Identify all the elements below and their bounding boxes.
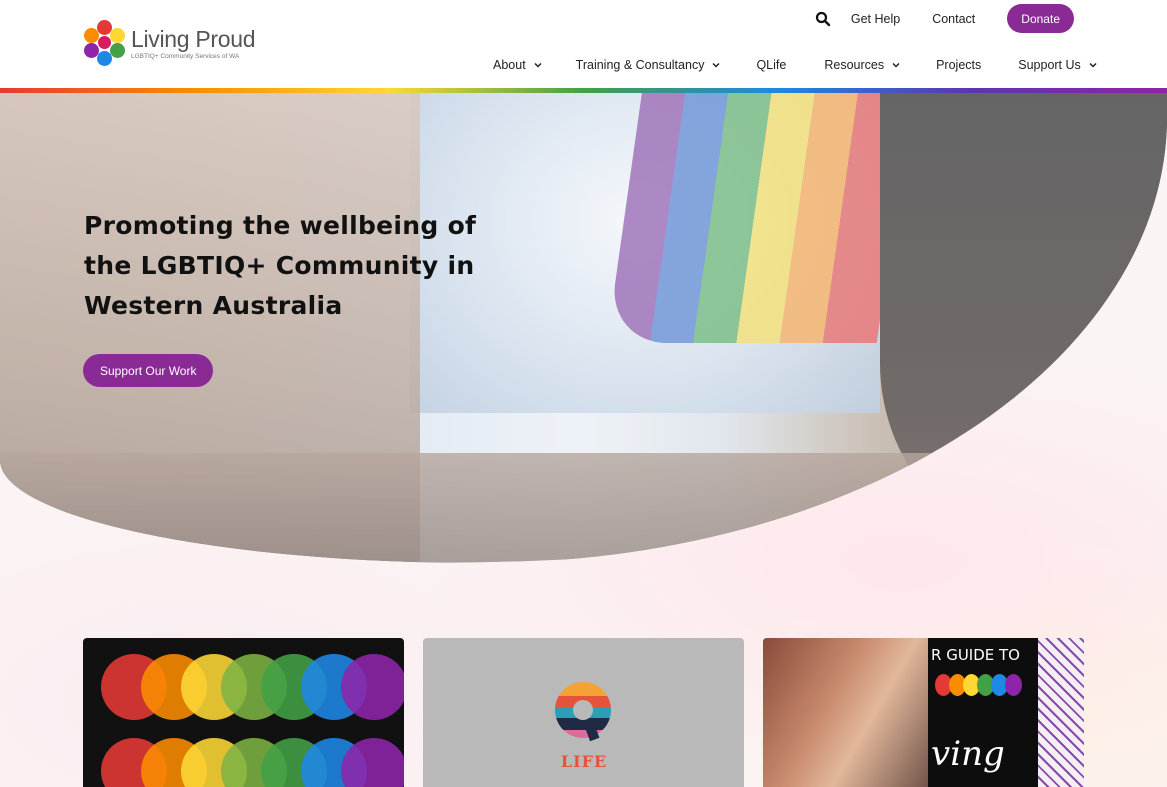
nav-item-label: About xyxy=(493,58,526,72)
nav-item-support-us[interactable]: Support Us xyxy=(1018,58,1097,72)
card-qlife[interactable]: LIFE xyxy=(423,638,744,787)
nav-item-projects[interactable]: Projects xyxy=(936,58,981,72)
lace-pattern xyxy=(1038,638,1084,787)
site-header: Living Proud LGBTIQ+ Community Services … xyxy=(0,0,1167,88)
logo-mark-icon xyxy=(83,20,127,66)
rainbow-divider xyxy=(0,88,1167,93)
chevron-down-icon xyxy=(712,62,720,68)
nav-item-label: Resources xyxy=(824,58,885,72)
logo-title: Living Proud xyxy=(131,25,256,52)
support-our-work-button[interactable]: Support Our Work xyxy=(83,354,214,387)
nav-item-label: Projects xyxy=(936,58,982,72)
chevron-down-icon xyxy=(892,62,900,68)
chevron-down-icon xyxy=(534,62,542,68)
logo-tagline: LGBTIQ+ Community Services of WA xyxy=(131,52,240,60)
nav-item-training[interactable]: Training & Consultancy xyxy=(576,58,721,72)
card-rainbow-circles[interactable] xyxy=(83,638,404,787)
main-nav: About Training & Consultancy QLife Resou… xyxy=(493,58,1097,72)
nav-item-label: Support Us xyxy=(1018,58,1081,72)
nav-item-qlife[interactable]: QLife xyxy=(756,58,786,72)
search-icon[interactable] xyxy=(815,11,831,27)
nav-item-resources[interactable]: Resources xyxy=(824,58,900,72)
guide-poster-text: R GUIDE TO xyxy=(931,646,1020,664)
nav-item-about[interactable]: About xyxy=(493,58,542,72)
qlife-logo-icon xyxy=(555,682,611,742)
contact-link[interactable]: Contact xyxy=(932,12,975,26)
hero-title: Promoting the wellbeing of the LGBTIQ+ C… xyxy=(84,211,477,320)
nav-item-label: Training & Consultancy xyxy=(575,58,705,72)
guide-poster-script: ving xyxy=(931,734,1005,774)
utility-nav: Get Help Contact Donate xyxy=(815,4,1074,33)
person-photo xyxy=(763,638,928,787)
card-guide[interactable]: R GUIDE TO ving xyxy=(763,638,1084,787)
get-help-link[interactable]: Get Help xyxy=(851,12,900,26)
hero-title-highlight: LGBTIQ+ Community xyxy=(140,251,439,280)
hero-section: Promoting the wellbeing of the LGBTIQ+ C… xyxy=(0,93,1167,563)
qlife-logo-text: LIFE xyxy=(560,752,608,771)
chevron-down-icon xyxy=(1089,62,1097,68)
site-logo[interactable]: Living Proud LGBTIQ+ Community Services … xyxy=(83,20,256,66)
feature-cards: LIFE R GUIDE TO ving xyxy=(83,638,1103,787)
nav-item-label: QLife xyxy=(756,58,787,72)
donate-button[interactable]: Donate xyxy=(1007,4,1074,33)
